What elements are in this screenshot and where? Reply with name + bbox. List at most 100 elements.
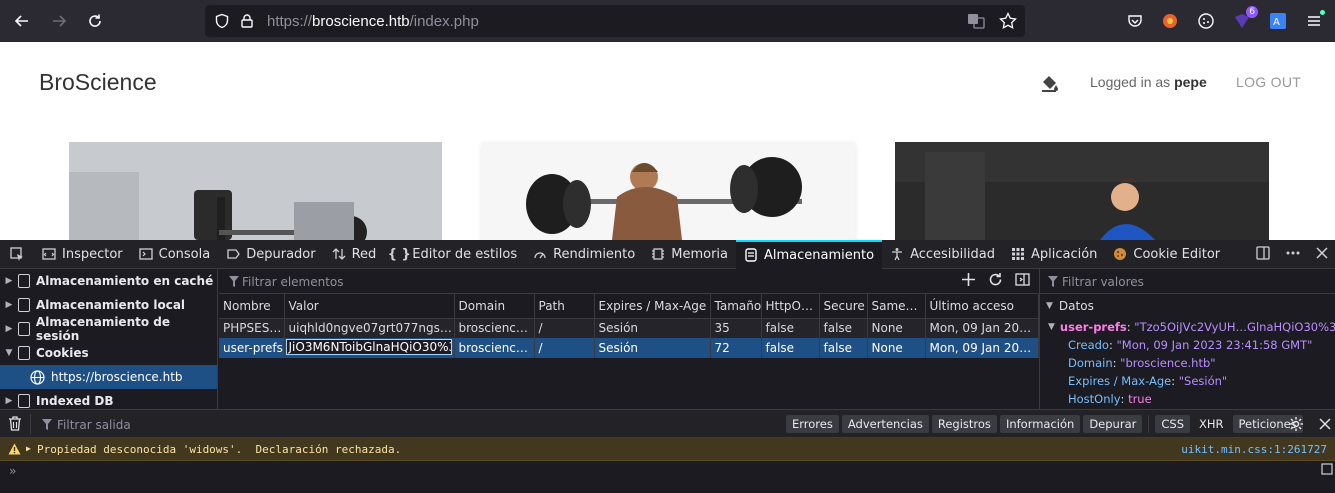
dock-side-icon[interactable] (1255, 245, 1271, 264)
table-cell[interactable]: JiO3M6NToibGlnaHQiO30%3D (284, 338, 455, 358)
url-bar[interactable]: https://broscience.htb/index.php (205, 5, 1025, 37)
pocket-icon[interactable] (1123, 9, 1147, 33)
filter-info-button[interactable]: Información (999, 415, 1081, 433)
detail-created-row[interactable]: Creado: "Mon, 09 Jan 2023 23:41:58 GMT" (1040, 336, 1335, 354)
expand-arrow-icon[interactable]: ▶ (2, 276, 16, 286)
filter-css-button[interactable]: CSS (1155, 415, 1190, 433)
tab-console[interactable]: Consola (131, 240, 219, 269)
column-header[interactable]: Último acceso (925, 294, 1039, 319)
column-header[interactable]: HttpO… (761, 294, 820, 319)
tab-memory[interactable]: Memoria (643, 240, 736, 269)
table-cell[interactable]: 35 (710, 318, 762, 338)
filter-errors-button[interactable]: Errores (786, 415, 839, 433)
table-cell[interactable]: Mon, 09 Jan 202… (925, 318, 1039, 338)
foxyproxy-icon[interactable]: 6 (1230, 6, 1258, 33)
menu-icon[interactable] (1302, 9, 1326, 33)
table-cell[interactable]: None (867, 318, 926, 338)
table-row[interactable]: PHPSES… uiqhld0ngve07grt077ngs8… broscie… (219, 318, 1039, 338)
column-header[interactable]: Tamaño (710, 294, 762, 319)
column-header[interactable]: Same… (867, 294, 926, 319)
column-header[interactable]: Expires / Max-Age (594, 294, 711, 319)
filter-output-input[interactable]: Filtrar salida (57, 418, 131, 432)
table-row-selected[interactable]: user-prefs JiO3M6NToibGlnaHQiO30%3D bros… (219, 338, 1039, 358)
table-cell[interactable]: / (534, 338, 595, 358)
translator-extension-icon[interactable]: A (1266, 9, 1290, 33)
tree-item-cache[interactable]: ▶ Almacenamiento en caché (0, 269, 217, 293)
bookmark-star-icon[interactable] (999, 11, 1017, 33)
trash-icon[interactable] (8, 416, 22, 434)
url-text[interactable]: https://broscience.htb/index.php (267, 13, 479, 30)
table-cell[interactable]: / (534, 318, 595, 338)
refresh-icon[interactable] (988, 272, 1003, 291)
filter-values-input[interactable]: Filtrar valores (1062, 275, 1144, 289)
expand-arrow-icon[interactable]: ▶ (2, 396, 16, 406)
tree-item-cookies[interactable]: ▼ Cookies (0, 341, 217, 365)
tree-item-local-storage[interactable]: ▶ Almacenamiento local (0, 293, 217, 317)
table-cell[interactable]: Mon, 09 Jan 202… (925, 338, 1039, 358)
filter-warnings-button[interactable]: Advertencias (841, 415, 929, 433)
table-cell[interactable]: false (761, 318, 820, 338)
toggle-sidebar-icon[interactable] (1015, 272, 1030, 291)
tab-storage[interactable]: Almacenamiento (736, 239, 883, 269)
exercise-image-2[interactable] (482, 142, 855, 240)
table-cell[interactable]: Sesión (594, 318, 711, 338)
tab-cookie-editor[interactable]: Cookie Editor (1105, 240, 1228, 269)
site-brand[interactable]: BroScience (39, 69, 157, 96)
tab-performance[interactable]: Rendimiento (525, 240, 643, 269)
table-cell[interactable]: broscience… (454, 338, 535, 358)
exercise-image-3[interactable] (895, 142, 1269, 240)
element-picker-icon[interactable] (0, 247, 34, 261)
tab-application[interactable]: Aplicación (1003, 240, 1105, 269)
detail-domain-row[interactable]: Domain: "broscience.htb" (1040, 354, 1335, 372)
more-options-icon[interactable] (1285, 245, 1301, 264)
translate-icon[interactable] (967, 12, 985, 33)
add-item-icon[interactable] (961, 272, 976, 291)
expand-arrow-icon[interactable]: ▶ (2, 324, 16, 334)
expand-arrow-icon[interactable]: ▶ (26, 444, 31, 453)
close-console-icon[interactable] (1319, 418, 1331, 433)
table-cell[interactable]: false (819, 318, 868, 338)
reload-icon[interactable] (77, 5, 113, 37)
editor-mode-icon[interactable] (1321, 463, 1333, 478)
tab-network[interactable]: Red (324, 240, 385, 269)
console-input[interactable]: » (0, 461, 1335, 493)
table-cell[interactable]: false (761, 338, 820, 358)
table-cell[interactable]: None (867, 338, 926, 358)
expand-arrow-icon[interactable]: ▶ (2, 300, 16, 310)
close-devtools-icon[interactable] (1315, 246, 1329, 263)
lock-icon[interactable] (239, 13, 255, 32)
table-cell[interactable]: PHPSES… (219, 318, 285, 338)
tab-style-editor[interactable]: { } Editor de estilos (384, 240, 525, 269)
back-icon[interactable] (4, 5, 40, 37)
theme-paint-bucket-icon[interactable] (1040, 73, 1060, 96)
console-warning-row[interactable]: ▶ Propiedad desconocida 'widows'. Declar… (0, 438, 1335, 461)
collapse-arrow-icon[interactable]: ▼ (1048, 322, 1055, 332)
detail-root-row[interactable]: ▼ user-prefs: "Tzo5OiJVc2VyUH…GlnaHQiO30… (1040, 318, 1335, 336)
settings-gear-icon[interactable] (1288, 416, 1304, 435)
extension-burp-icon[interactable] (1158, 9, 1182, 33)
filter-xhr-button[interactable]: XHR (1193, 415, 1230, 433)
filter-debug-button[interactable]: Depurar (1083, 415, 1143, 433)
table-cell[interactable]: user-prefs (219, 338, 285, 358)
warning-source-link[interactable]: uikit.min.css:1:261727 (1181, 443, 1327, 456)
tab-inspector[interactable]: Inspector (34, 240, 131, 269)
detail-hostonly-row[interactable]: HostOnly: true (1040, 390, 1335, 408)
filter-logs-button[interactable]: Registros (931, 415, 997, 433)
column-header[interactable]: Secure (819, 294, 868, 319)
table-cell[interactable]: 72 (710, 338, 762, 358)
collapse-arrow-icon[interactable]: ▼ (2, 348, 16, 358)
cookie-value-editor[interactable]: JiO3M6NToibGlnaHQiO30%3D (285, 338, 452, 355)
filter-items-input[interactable]: Filtrar elementos (242, 275, 344, 289)
tab-accessibility[interactable]: Accesibilidad (882, 240, 1003, 269)
tab-debugger[interactable]: Depurador (218, 240, 323, 269)
exercise-image-1[interactable] (69, 142, 442, 240)
tree-item-session-storage[interactable]: ▶ Almacenamiento de sesión (0, 315, 217, 343)
table-cell[interactable]: Sesión (594, 338, 711, 358)
table-cell[interactable]: broscience… (454, 318, 535, 338)
column-header[interactable]: Valor (284, 294, 455, 319)
logout-link[interactable]: LOG OUT (1236, 74, 1301, 90)
collapse-arrow-icon[interactable]: ▼ (1046, 301, 1053, 311)
table-cell[interactable]: uiqhld0ngve07grt077ngs8… (284, 318, 455, 338)
tracking-shield-icon[interactable] (214, 13, 230, 32)
table-cell[interactable]: false (819, 338, 868, 358)
